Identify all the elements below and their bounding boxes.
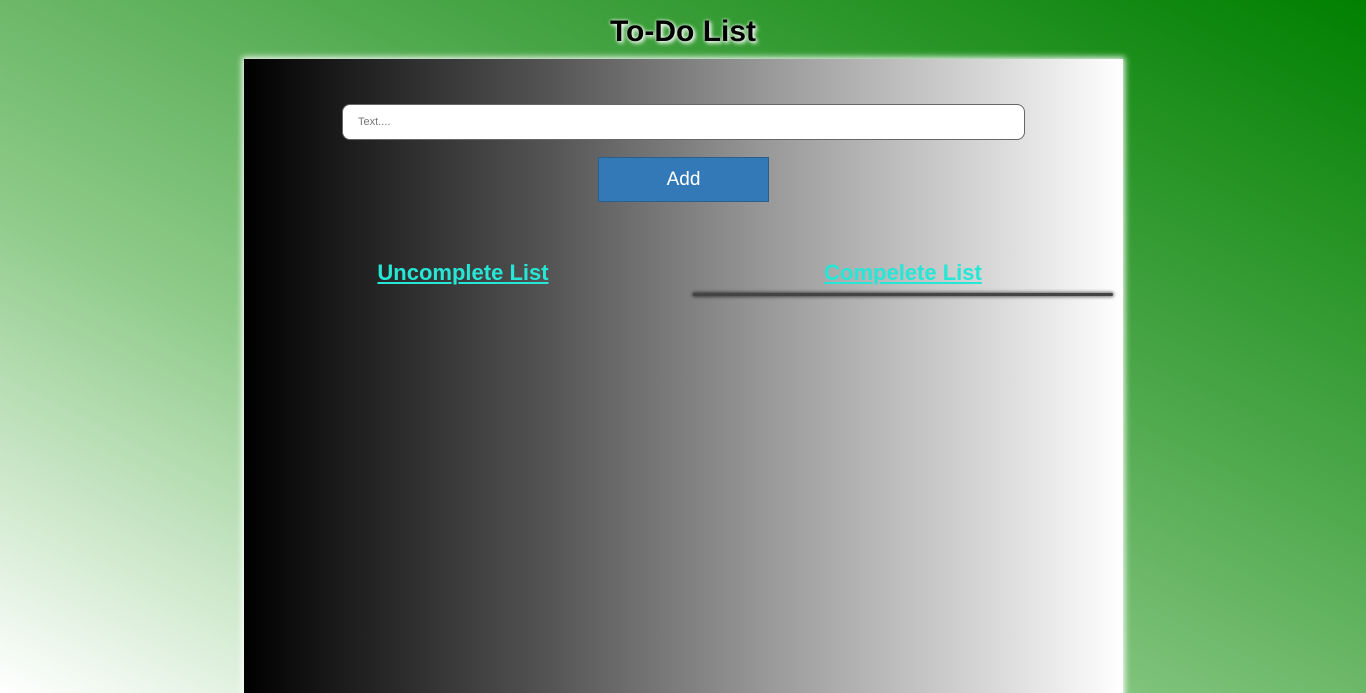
add-button[interactable]: Add	[598, 157, 769, 202]
page-title: To-Do List	[609, 15, 757, 48]
uncomplete-list-heading: Uncomplete List	[377, 260, 549, 285]
task-input[interactable]	[342, 104, 1025, 140]
complete-list-divider	[693, 293, 1113, 296]
todo-container: Add Uncomplete List Compelete List	[244, 59, 1123, 693]
complete-list-heading: Compelete List	[824, 260, 982, 285]
